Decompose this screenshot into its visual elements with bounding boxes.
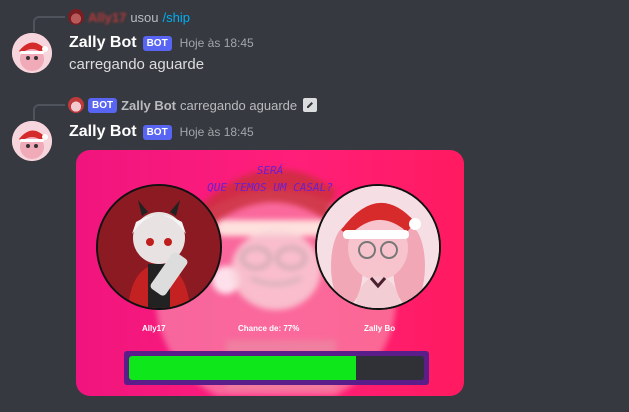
love-meter-frame: [124, 351, 429, 385]
right-user-avatar: [315, 184, 441, 310]
message-header: Zally Bot BOT Hoje às 18:45: [69, 123, 254, 141]
author-name[interactable]: Zally Bot: [69, 123, 137, 141]
chance-text: Chance de: 77%: [238, 324, 300, 333]
love-meter-track: [129, 356, 424, 380]
reply-text: usou: [130, 9, 159, 25]
reply-user-avatar[interactable]: [68, 97, 84, 113]
bot-avatar-image: [12, 121, 52, 161]
bot-avatar[interactable]: [12, 121, 52, 161]
author-name[interactable]: Zally Bot: [69, 34, 137, 52]
bot-avatar[interactable]: [12, 33, 52, 73]
left-user-name: Ally17: [142, 324, 166, 333]
right-user-name: Zally Bo: [364, 324, 396, 333]
bot-avatar-image: [12, 33, 52, 73]
reply-user-avatar[interactable]: [68, 9, 84, 25]
reply-preview[interactable]: BOT Zally Bot carregando aguarde: [68, 97, 318, 113]
reply-bot-badge: BOT: [88, 97, 118, 113]
ship-image-attachment[interactable]: SERÁ QUE TEMOS UM CASAL? Ally17 Chance d…: [76, 150, 464, 396]
message-content: carregando aguarde: [69, 56, 205, 73]
slash-command-link[interactable]: /ship: [163, 10, 190, 25]
reply-preview[interactable]: Ally17 usou /ship: [68, 9, 190, 25]
timestamp[interactable]: Hoje às 18:45: [180, 125, 254, 139]
message-header: Zally Bot BOT Hoje às 18:45: [69, 34, 254, 52]
timestamp[interactable]: Hoje às 18:45: [180, 36, 254, 50]
reply-user-name[interactable]: Ally17: [88, 10, 126, 25]
reply-text: carregando aguarde: [180, 97, 298, 113]
bot-badge: BOT: [142, 124, 172, 140]
reply-user-name[interactable]: Zally Bot: [121, 98, 176, 113]
love-meter-fill: [129, 356, 357, 380]
ship-title-line1: SERÁ: [256, 164, 284, 177]
reply-connector: [33, 104, 65, 120]
edit-icon: [303, 98, 318, 112]
reply-connector: [33, 16, 65, 32]
left-user-avatar: [96, 184, 222, 310]
bot-badge: BOT: [142, 35, 172, 51]
